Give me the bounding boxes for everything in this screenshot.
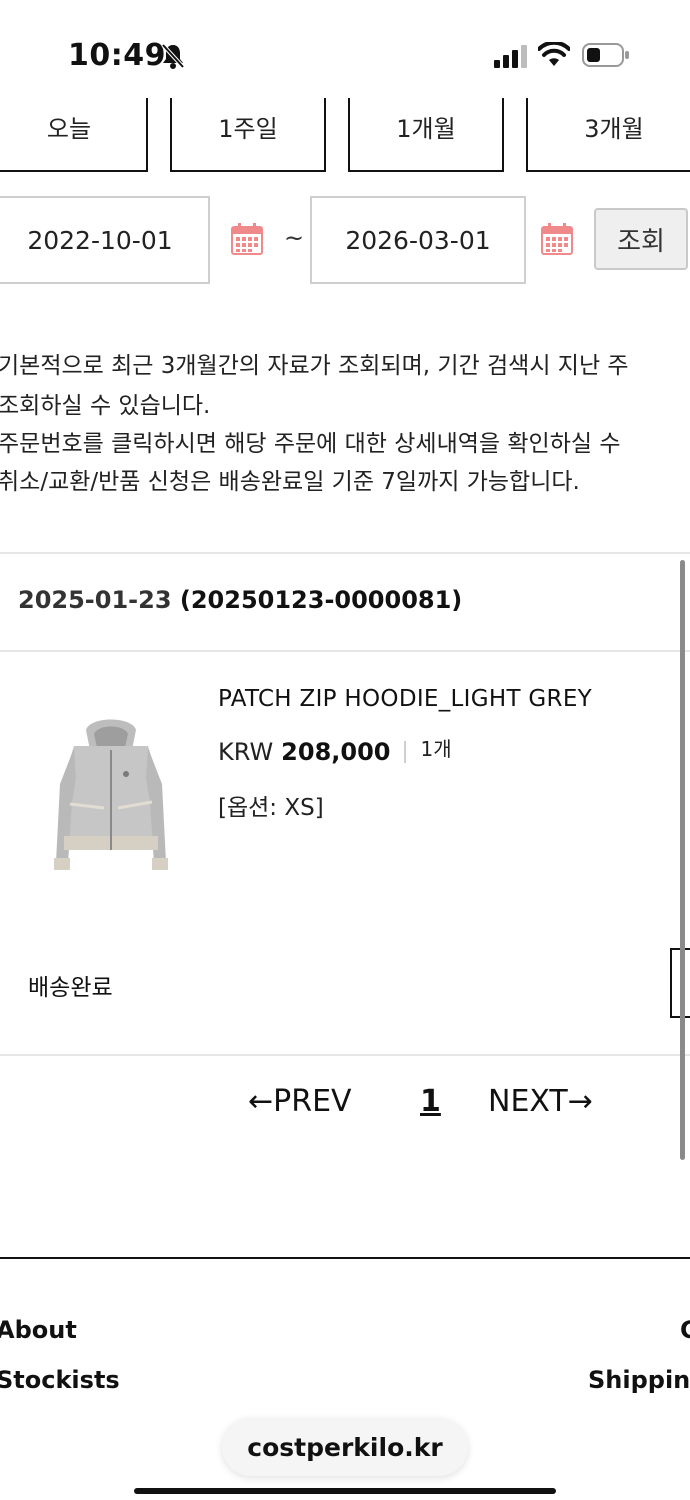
period-1month-button[interactable]: 1개월 xyxy=(348,98,504,172)
period-today-button[interactable]: 오늘 xyxy=(0,98,148,172)
scrollbar[interactable] xyxy=(680,560,685,1160)
next-page-link[interactable]: NEXT→ xyxy=(488,1084,593,1119)
status-time: 10:49 xyxy=(68,38,166,73)
footer-divider xyxy=(0,1257,690,1259)
browser-url-bar[interactable]: costperkilo.kr xyxy=(222,1418,468,1476)
notice-line: 주문번호를 클릭하시면 해당 주문에 대한 상세내역을 확인하실 수 xyxy=(0,431,621,457)
cellular-signal-icon xyxy=(494,45,527,68)
wifi-icon xyxy=(538,42,570,66)
order-status: 배송완료 xyxy=(28,975,113,1001)
divider xyxy=(0,552,690,554)
price-currency: KRW xyxy=(218,738,274,766)
footer-link-contact[interactable]: C xyxy=(680,1316,690,1344)
footer-link-stockists[interactable]: Stockists xyxy=(0,1366,120,1394)
divider xyxy=(0,1054,690,1056)
calendar-icon[interactable] xyxy=(540,222,574,256)
calendar-icon[interactable] xyxy=(230,222,264,256)
divider xyxy=(0,650,690,652)
notice-line: 취소/교환/반품 신청은 배송완료일 기준 7일까지 가능합니다. xyxy=(0,469,580,495)
product-price-line: KRW 208,000 1개 xyxy=(218,737,452,767)
period-1month-label: 1개월 xyxy=(396,114,456,143)
silent-bell-icon xyxy=(161,43,185,69)
price-amount: 208,000 xyxy=(281,738,391,766)
period-today-label: 오늘 xyxy=(46,114,92,143)
notice-line: 기본적으로 최근 3개월간의 자료가 조회되며, 기간 검색시 지난 주 xyxy=(0,353,629,379)
notice-line: 조회하실 수 있습니다. xyxy=(0,393,211,419)
order-header[interactable]: 2025-01-23 (20250123-0000081) xyxy=(18,586,462,614)
period-3month-button[interactable]: 3개월 xyxy=(526,98,690,172)
current-page-number[interactable]: 1 xyxy=(420,1084,441,1119)
grey-zip-hoodie-image[interactable] xyxy=(46,712,176,888)
footer-link-shipping[interactable]: Shipping xyxy=(588,1366,690,1394)
start-date-field[interactable]: 2022-10-01 xyxy=(0,196,210,284)
order-date: 2025-01-23 xyxy=(18,586,172,614)
status-bar: 10:49 xyxy=(0,0,690,100)
footer-link-about[interactable]: About xyxy=(0,1316,77,1344)
date-range-separator: ~ xyxy=(284,224,305,252)
home-indicator[interactable] xyxy=(134,1488,556,1494)
period-3month-label: 3개월 xyxy=(584,114,644,143)
battery-icon xyxy=(582,43,629,67)
product-quantity: 1개 xyxy=(420,736,452,761)
period-1week-label: 1주일 xyxy=(218,114,278,143)
period-1week-button[interactable]: 1주일 xyxy=(170,98,326,172)
order-number-link[interactable]: (20250123-0000081) xyxy=(180,586,462,614)
prev-page-link[interactable]: ←PREV xyxy=(248,1084,352,1119)
product-name-link[interactable]: PATCH ZIP HOODIE_LIGHT GREY xyxy=(218,686,592,712)
end-date-field[interactable]: 2026-03-01 xyxy=(310,196,526,284)
price-separator xyxy=(404,741,407,763)
search-button[interactable]: 조회 xyxy=(594,208,688,270)
product-option: [옵션: XS] xyxy=(218,795,324,821)
